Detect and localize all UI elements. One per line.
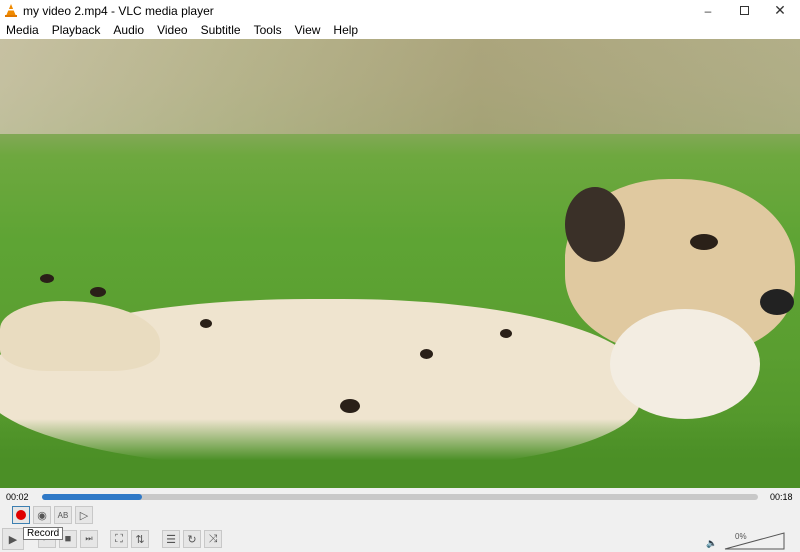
video-frame-detail	[565, 187, 625, 262]
menu-subtitle[interactable]: Subtitle	[201, 21, 241, 39]
minimize-icon: –	[704, 3, 712, 18]
maximize-button[interactable]	[726, 0, 762, 21]
fullscreen-icon: ⛶	[115, 532, 123, 545]
playlist-button[interactable]: ☰	[162, 530, 180, 548]
play-button[interactable]: ▶	[2, 528, 24, 550]
fullscreen-button[interactable]: ⛶	[110, 530, 128, 548]
frame-step-button[interactable]: ▷	[75, 506, 93, 524]
record-icon	[16, 510, 26, 520]
shuffle-icon: ⤨	[208, 532, 218, 545]
video-frame-detail	[760, 289, 794, 315]
camera-icon: ◉	[37, 509, 47, 522]
playlist-icon: ☰	[166, 533, 176, 546]
next-button[interactable]: ⏭	[80, 530, 98, 548]
stop-icon: ■	[64, 533, 72, 545]
loop-ab-button[interactable]: AB	[54, 506, 72, 524]
maximize-icon	[739, 6, 749, 15]
snapshot-button[interactable]: ◉	[33, 506, 51, 524]
video-frame-detail	[200, 319, 212, 328]
menu-help[interactable]: Help	[333, 21, 358, 39]
menu-tools[interactable]: Tools	[254, 21, 282, 39]
video-frame-detail	[610, 309, 760, 419]
video-frame-detail	[40, 274, 54, 283]
menu-audio[interactable]: Audio	[113, 21, 144, 39]
menu-view[interactable]: View	[295, 21, 321, 39]
next-icon: ⏭	[85, 534, 93, 543]
loop-icon: ↻	[187, 533, 197, 546]
controls-panel: 00:02 00:18 ◉ AB ▷ ▶ ⏮ ■ ⏭ ⛶ ⇅ ☰ ↻ ⤨ Rec…	[0, 488, 800, 552]
title-bar: my video 2.mp4 - VLC media player – ✕	[0, 0, 800, 21]
loop-button[interactable]: ↻	[183, 530, 201, 548]
elapsed-time: 00:02	[6, 492, 29, 502]
volume-slider[interactable]	[724, 532, 786, 550]
menu-video[interactable]: Video	[157, 21, 187, 39]
volume-label: 0%	[735, 532, 747, 541]
window-title: my video 2.mp4 - VLC media player	[23, 4, 214, 18]
video-frame-detail	[500, 329, 512, 338]
menu-bar: Media Playback Audio Video Subtitle Tool…	[0, 21, 800, 39]
menu-media[interactable]: Media	[6, 21, 39, 39]
shuffle-button[interactable]: ⤨	[204, 530, 222, 548]
tooltip: Record	[23, 527, 64, 540]
close-button[interactable]: ✕	[762, 0, 798, 21]
video-background	[0, 39, 800, 134]
video-area[interactable]	[0, 39, 800, 488]
total-time: 00:18	[770, 492, 793, 502]
loop-ab-icon: AB	[57, 510, 69, 520]
video-frame-detail	[690, 234, 718, 250]
menu-playback[interactable]: Playback	[52, 21, 101, 39]
video-frame-detail	[0, 419, 800, 488]
equalizer-icon: ⇅	[135, 533, 145, 546]
close-icon: ✕	[774, 2, 786, 18]
video-frame-detail	[90, 287, 106, 297]
speaker-icon[interactable]: 🔈	[706, 538, 717, 549]
play-icon: ▶	[8, 533, 18, 546]
vlc-cone-icon	[5, 4, 17, 17]
seek-progress	[42, 494, 143, 500]
extended-settings-button[interactable]: ⇅	[131, 530, 149, 548]
minimize-button[interactable]: –	[690, 0, 726, 21]
seek-slider[interactable]	[42, 494, 758, 500]
video-frame-detail	[420, 349, 433, 359]
record-button[interactable]	[12, 506, 30, 524]
frame-step-icon: ▷	[79, 509, 89, 522]
video-frame-detail	[340, 399, 360, 413]
